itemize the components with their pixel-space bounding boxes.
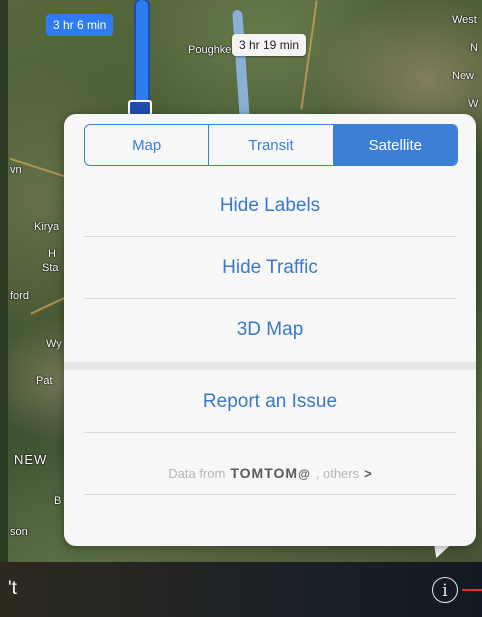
- chevron-right-icon: >: [364, 465, 372, 481]
- map-place-label: West: [452, 14, 477, 26]
- divider: [84, 494, 456, 495]
- attribution-suffix: , others: [315, 465, 360, 481]
- hide-labels-button[interactable]: Hide Labels: [64, 176, 476, 236]
- divider: [84, 236, 456, 237]
- map-place-label: NEW: [14, 452, 48, 467]
- alternate-route-line[interactable]: [232, 10, 250, 120]
- report-issue-button[interactable]: Report an Issue: [64, 372, 476, 432]
- map-type-segmented-control: Map Transit Satellite: [84, 124, 458, 166]
- tomtom-logo: TOMTOM@: [230, 465, 311, 481]
- map-place-label: H: [48, 248, 56, 260]
- map-options-popover: Map Transit Satellite Hide Labels Hide T…: [64, 114, 476, 546]
- segment-satellite[interactable]: Satellite: [332, 125, 457, 165]
- group-separator: [64, 362, 476, 370]
- map-place-label: son: [10, 526, 28, 538]
- map-place-label: Poughke: [188, 44, 232, 56]
- map-place-label: Pat: [36, 375, 53, 387]
- primary-route-time-callout[interactable]: 3 hr 6 min: [46, 14, 114, 36]
- attribution-prefix: Data from: [168, 465, 226, 481]
- route-indicator-line: [462, 589, 482, 591]
- data-attribution-link[interactable]: Data from TOMTOM@ , others >: [64, 458, 476, 488]
- map-place-label: N: [470, 42, 478, 54]
- map-place-label: Sta: [42, 262, 59, 274]
- divider: [84, 298, 456, 299]
- divider: [84, 432, 456, 433]
- bottom-bar-label[interactable]: 't: [8, 578, 17, 600]
- map-place-label: New: [452, 70, 475, 82]
- map-place-label: vn: [10, 164, 22, 176]
- segment-map[interactable]: Map: [85, 125, 208, 165]
- map-place-label: Wy: [46, 338, 62, 350]
- map-place-label: W: [468, 98, 479, 110]
- alternate-route-time-callout[interactable]: 3 hr 19 min: [232, 34, 307, 56]
- map-place-label: ford: [10, 290, 29, 302]
- map-place-label: B: [54, 495, 62, 507]
- bottom-toolbar: [0, 562, 482, 617]
- hide-traffic-button[interactable]: Hide Traffic: [64, 238, 476, 298]
- map-settings-info-button[interactable]: i: [432, 577, 458, 603]
- map-place-label: Kirya: [34, 221, 60, 233]
- 3d-map-button[interactable]: 3D Map: [64, 300, 476, 360]
- segment-transit[interactable]: Transit: [208, 125, 332, 165]
